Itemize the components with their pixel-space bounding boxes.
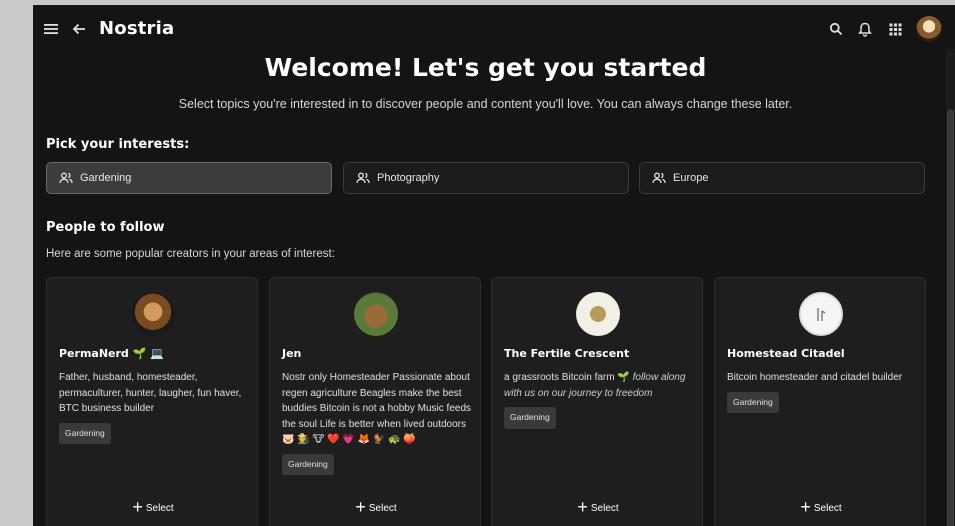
creator-bio: Nostr only Homesteader Passionate about … — [282, 370, 474, 475]
interest-photography[interactable]: Photography — [343, 162, 629, 194]
creator-bio: a grassroots Bitcoin farm 🌱 follow along… — [504, 370, 696, 429]
interest-tag: Gardening — [727, 391, 779, 413]
plus-icon: + — [577, 497, 588, 517]
interest-label: Photography — [377, 172, 440, 184]
creator-card-permanerd: PermaNerd 🌱 💻 Father, husband, homestead… — [46, 277, 258, 526]
people-heading: People to follow — [46, 220, 165, 235]
select-button[interactable]: + Select — [270, 497, 482, 518]
creator-name: The Fertile Crescent — [504, 347, 630, 360]
creator-avatar — [576, 292, 620, 336]
interests-heading: Pick your interests: — [46, 137, 190, 152]
grid-icon[interactable] — [885, 19, 905, 39]
creator-bio: Father, husband, homesteader, permacultu… — [59, 370, 251, 444]
interest-europe[interactable]: Europe — [639, 162, 925, 194]
menu-icon[interactable] — [41, 19, 61, 39]
creator-bio: Bitcoin homesteader and citadel builder … — [727, 370, 919, 413]
interest-label: Europe — [673, 172, 709, 184]
creator-card-homestead-citadel: Homestead Citadel Bitcoin homesteader an… — [714, 277, 926, 526]
group-icon — [356, 171, 370, 185]
page-subtitle: Select topics you're interested in to di… — [178, 97, 793, 111]
group-icon — [652, 171, 666, 185]
user-avatar[interactable] — [916, 16, 942, 42]
creator-name: PermaNerd 🌱 💻 — [59, 347, 164, 360]
interest-gardening[interactable]: Gardening — [46, 162, 332, 194]
search-icon[interactable] — [826, 19, 846, 39]
interest-tag: Gardening — [59, 422, 111, 444]
interest-label: Gardening — [80, 172, 132, 184]
plus-icon: + — [800, 497, 811, 517]
arrow-left-icon[interactable] — [69, 19, 89, 39]
page-title: Welcome! Let's get you started — [264, 53, 707, 82]
creator-card-fertile-crescent: The Fertile Crescent a grassroots Bitcoi… — [491, 277, 703, 526]
plus-icon: + — [355, 497, 366, 517]
app-window: Nostria Welcome! Let's get you started S… — [33, 5, 955, 526]
select-button[interactable]: + Select — [492, 497, 704, 518]
scrollbar-thumb[interactable] — [947, 109, 954, 526]
scrollbar[interactable] — [946, 49, 955, 526]
plus-icon: + — [132, 497, 143, 517]
creator-avatar — [131, 292, 175, 336]
creator-avatar — [354, 292, 398, 336]
people-subtitle: Here are some popular creators in your a… — [46, 248, 335, 260]
creator-name: Jen — [282, 347, 302, 360]
interest-tag: Gardening — [504, 407, 556, 429]
creator-card-jen: Jen Nostr only Homesteader Passionate ab… — [269, 277, 481, 526]
interest-tag: Gardening — [282, 453, 334, 475]
select-button[interactable]: + Select — [47, 497, 259, 518]
bell-icon[interactable] — [855, 19, 875, 39]
top-bar: Nostria — [33, 5, 955, 55]
select-button[interactable]: + Select — [715, 497, 927, 518]
app-title[interactable]: Nostria — [99, 18, 174, 39]
group-icon — [59, 171, 73, 185]
creator-name: Homestead Citadel — [727, 347, 845, 360]
creator-avatar — [799, 292, 843, 336]
